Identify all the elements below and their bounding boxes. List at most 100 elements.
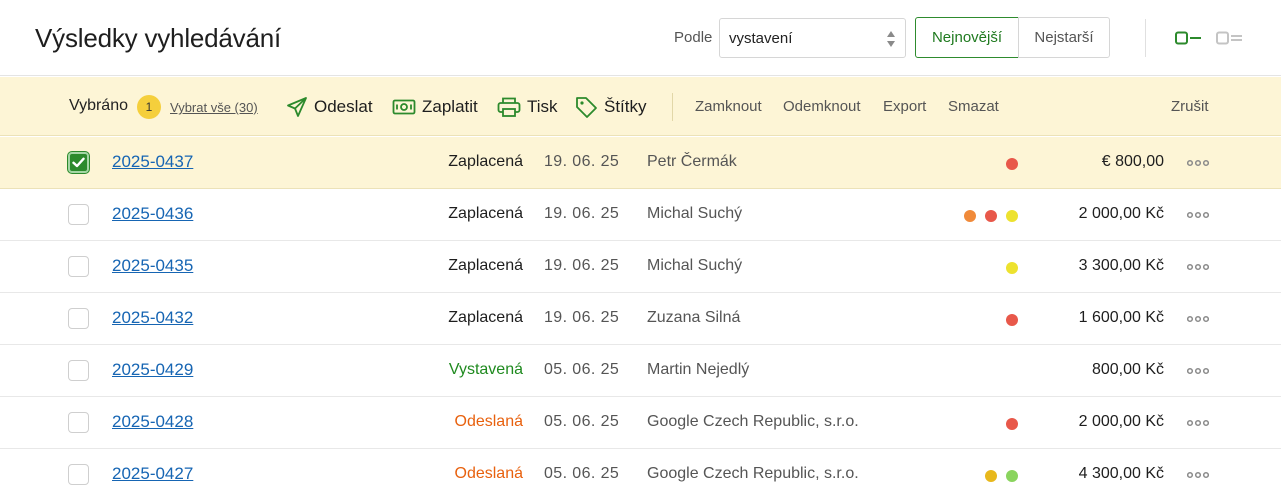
invoice-status: Zaplacená bbox=[448, 257, 523, 274]
invoice-number-link[interactable]: 2025-0432 bbox=[112, 308, 193, 328]
invoice-date: 19. 06. 25 bbox=[544, 257, 620, 274]
invoice-date: 19. 06. 25 bbox=[544, 153, 620, 170]
selection-bar: Vybráno 1 Vybrat vše (30) Odeslat Zaplat… bbox=[0, 77, 1281, 136]
more-options-icon[interactable] bbox=[1187, 211, 1209, 219]
table-row[interactable]: 2025-0427 Odeslaná 05. 06. 25 Google Cze… bbox=[0, 449, 1281, 496]
invoice-amount: 2 000,00 Kč bbox=[1078, 205, 1164, 222]
sort-select-value: vystavení bbox=[729, 30, 793, 47]
unlock-button[interactable]: Odemknout bbox=[783, 98, 861, 115]
invoice-client: Michal Suchý bbox=[647, 205, 743, 222]
invoice-client: Google Czech Republic, s.r.o. bbox=[647, 413, 859, 430]
invoice-number-link[interactable]: 2025-0428 bbox=[112, 412, 193, 432]
tags-button[interactable]: Štítky bbox=[575, 94, 647, 120]
tag-dot-yellow bbox=[1006, 262, 1018, 274]
tags-button-label: Štítky bbox=[604, 97, 647, 116]
invoice-amount: 800,00 Kč bbox=[1091, 361, 1164, 378]
send-button[interactable]: Odeslat bbox=[286, 94, 373, 120]
sort-newest-button[interactable]: Nejnovější bbox=[915, 17, 1019, 58]
invoice-date: 05. 06. 25 bbox=[544, 413, 620, 430]
more-options-icon[interactable] bbox=[1187, 315, 1209, 323]
table-row[interactable]: 2025-0436 Zaplacená 19. 06. 25 Michal Su… bbox=[0, 189, 1281, 241]
compact-view-icon[interactable] bbox=[1175, 31, 1203, 45]
invoice-number-link[interactable]: 2025-0435 bbox=[112, 256, 193, 276]
invoice-number-link[interactable]: 2025-0427 bbox=[112, 464, 193, 484]
tag-dots bbox=[1006, 314, 1018, 326]
table-row[interactable]: 2025-0428 Odeslaná 05. 06. 25 Google Cze… bbox=[0, 397, 1281, 449]
table-row[interactable]: 2025-0437 Zaplacená 19. 06. 25 Petr Čerm… bbox=[0, 137, 1281, 189]
more-options-icon[interactable] bbox=[1187, 159, 1209, 167]
row-checkbox[interactable] bbox=[68, 360, 89, 381]
row-checkbox[interactable] bbox=[68, 152, 89, 173]
invoice-status: Odeslaná bbox=[454, 465, 524, 482]
select-arrows-icon bbox=[887, 31, 895, 47]
selected-label: Vybráno bbox=[69, 97, 128, 114]
tag-dot-red bbox=[985, 210, 997, 222]
tag-dot-orange bbox=[964, 210, 976, 222]
invoice-client: Martin Nejedlý bbox=[647, 361, 750, 378]
send-button-label: Odeslat bbox=[314, 97, 373, 116]
invoice-date: 05. 06. 25 bbox=[544, 465, 620, 482]
header-divider bbox=[1145, 19, 1146, 57]
export-button[interactable]: Export bbox=[883, 98, 926, 115]
cancel-selection-button[interactable]: Zrušit bbox=[1171, 98, 1209, 115]
tag-dot-amber bbox=[985, 470, 997, 482]
sort-label: Podle bbox=[674, 29, 713, 46]
invoice-date: 19. 06. 25 bbox=[544, 309, 620, 326]
more-options-icon[interactable] bbox=[1187, 263, 1209, 271]
more-options-icon[interactable] bbox=[1187, 419, 1209, 427]
table-row[interactable]: 2025-0429 Vystavená 05. 06. 25 Martin Ne… bbox=[0, 345, 1281, 397]
invoice-amount: 3 300,00 Kč bbox=[1078, 257, 1164, 274]
tag-dots bbox=[985, 470, 1018, 482]
pay-button[interactable]: Zaplatit bbox=[392, 94, 478, 120]
tag-dot-red bbox=[1006, 418, 1018, 430]
print-button[interactable]: Tisk bbox=[497, 94, 558, 120]
invoice-amount: 4 300,00 Kč bbox=[1078, 465, 1164, 482]
toolbar-divider bbox=[672, 93, 673, 121]
table-row[interactable]: 2025-0432 Zaplacená 19. 06. 25 Zuzana Si… bbox=[0, 293, 1281, 345]
row-checkbox[interactable] bbox=[68, 308, 89, 329]
invoice-client: Google Czech Republic, s.r.o. bbox=[647, 465, 859, 482]
lock-button[interactable]: Zamknout bbox=[695, 98, 762, 115]
invoice-date: 19. 06. 25 bbox=[544, 205, 620, 222]
select-all-link[interactable]: Vybrat vše (30) bbox=[170, 100, 258, 115]
tag-dot-red bbox=[1006, 158, 1018, 170]
invoice-client: Zuzana Silná bbox=[647, 309, 741, 326]
sort-oldest-button[interactable]: Nejstarší bbox=[1018, 17, 1110, 58]
row-checkbox[interactable] bbox=[68, 204, 89, 225]
tag-dots bbox=[964, 210, 1018, 222]
row-checkbox[interactable] bbox=[68, 256, 89, 277]
tag-dots bbox=[1006, 262, 1018, 274]
invoice-status: Odeslaná bbox=[454, 413, 524, 430]
delete-button[interactable]: Smazat bbox=[948, 98, 999, 115]
row-checkbox[interactable] bbox=[68, 412, 89, 433]
invoice-number-link[interactable]: 2025-0437 bbox=[112, 152, 193, 172]
detailed-view-icon[interactable] bbox=[1216, 31, 1244, 45]
banknote-icon bbox=[392, 99, 416, 115]
invoice-client: Petr Čermák bbox=[647, 153, 737, 170]
tag-dots bbox=[1006, 158, 1018, 170]
invoice-amount: 2 000,00 Kč bbox=[1078, 413, 1164, 430]
sort-select[interactable]: vystavení bbox=[719, 18, 906, 58]
tag-icon bbox=[576, 96, 597, 118]
tag-dot-red bbox=[1006, 314, 1018, 326]
invoice-status: Zaplacená bbox=[448, 153, 523, 170]
selected-count-badge: 1 bbox=[137, 95, 161, 119]
row-checkbox[interactable] bbox=[68, 464, 89, 485]
invoice-amount: € 800,00 bbox=[1101, 153, 1164, 170]
invoice-date: 05. 06. 25 bbox=[544, 361, 620, 378]
invoice-number-link[interactable]: 2025-0429 bbox=[112, 360, 193, 380]
invoice-status: Zaplacená bbox=[448, 309, 523, 326]
invoice-status: Zaplacená bbox=[448, 205, 523, 222]
table-row[interactable]: 2025-0435 Zaplacená 19. 06. 25 Michal Su… bbox=[0, 241, 1281, 293]
invoice-list: 2025-0437 Zaplacená 19. 06. 25 Petr Čerm… bbox=[0, 137, 1281, 496]
pay-button-label: Zaplatit bbox=[422, 97, 478, 116]
tag-dot-green bbox=[1006, 470, 1018, 482]
page-header: Výsledky vyhledávání Podle vystavení Nej… bbox=[0, 0, 1281, 76]
more-options-icon[interactable] bbox=[1187, 471, 1209, 479]
more-options-icon[interactable] bbox=[1187, 367, 1209, 375]
send-icon bbox=[287, 97, 307, 117]
invoice-status: Vystavená bbox=[448, 361, 523, 378]
page-title: Výsledky vyhledávání bbox=[35, 23, 282, 53]
invoice-number-link[interactable]: 2025-0436 bbox=[112, 204, 193, 224]
printer-icon bbox=[497, 97, 521, 117]
